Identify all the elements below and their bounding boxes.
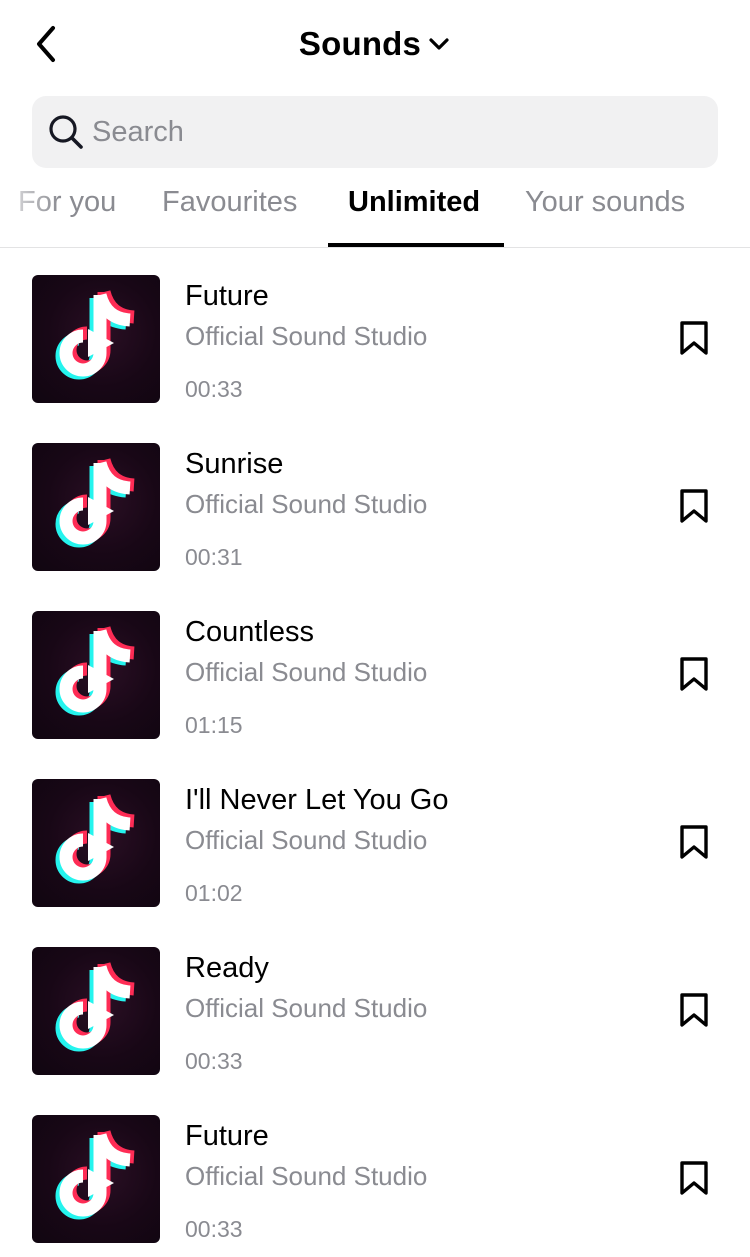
search-icon bbox=[46, 112, 86, 152]
sound-row[interactable]: Future Official Sound Studio 00:33 bbox=[0, 1108, 750, 1257]
bookmark-button[interactable] bbox=[674, 822, 714, 862]
sound-duration: 00:31 bbox=[185, 544, 243, 570]
bookmark-icon bbox=[680, 825, 708, 859]
sound-thumbnail bbox=[32, 779, 160, 907]
sound-title: Sunrise bbox=[185, 448, 284, 480]
bookmark-button[interactable] bbox=[674, 1158, 714, 1198]
tiktok-logo-icon bbox=[55, 1130, 135, 1220]
title-dropdown[interactable]: Sounds bbox=[0, 22, 750, 66]
sound-thumbnail bbox=[32, 611, 160, 739]
bookmark-icon bbox=[680, 993, 708, 1027]
bookmark-button[interactable] bbox=[674, 486, 714, 526]
bookmark-icon bbox=[680, 1161, 708, 1195]
sound-thumbnail bbox=[32, 443, 160, 571]
sound-row[interactable]: I'll Never Let You Go Official Sound Stu… bbox=[0, 772, 750, 940]
tiktok-logo-icon bbox=[55, 962, 135, 1052]
sound-thumbnail bbox=[32, 1115, 160, 1243]
tiktok-logo-icon bbox=[55, 626, 135, 716]
sound-artist: Official Sound Studio bbox=[185, 825, 428, 855]
tab-bar: For you Favourites Unlimited Your sounds bbox=[0, 168, 750, 248]
tab-for-you[interactable]: For you bbox=[18, 186, 116, 248]
bookmark-button[interactable] bbox=[674, 318, 714, 358]
chevron-down-icon bbox=[427, 32, 451, 56]
tab-favourites[interactable]: Favourites bbox=[162, 186, 297, 248]
bookmark-button[interactable] bbox=[674, 654, 714, 694]
bookmark-icon bbox=[680, 321, 708, 355]
sound-artist: Official Sound Studio bbox=[185, 657, 428, 687]
sound-row[interactable]: Countless Official Sound Studio 01:15 bbox=[0, 604, 750, 772]
sound-thumbnail bbox=[32, 275, 160, 403]
tiktok-logo-icon bbox=[55, 458, 135, 548]
tab-unlimited[interactable]: Unlimited bbox=[348, 186, 480, 248]
sound-list: Future Official Sound Studio 00:33 Sunri… bbox=[0, 268, 750, 1257]
search-input[interactable] bbox=[92, 115, 672, 149]
tab-your-sounds[interactable]: Your sounds bbox=[525, 186, 685, 248]
sound-artist: Official Sound Studio bbox=[185, 1161, 428, 1191]
sound-artist: Official Sound Studio bbox=[185, 321, 428, 351]
bookmark-icon bbox=[680, 489, 708, 523]
sound-title: Future bbox=[185, 1120, 269, 1152]
search-bar[interactable] bbox=[32, 96, 718, 168]
sound-title: Future bbox=[185, 280, 269, 312]
sounds-screen: Sounds For you Favourites Unlimited Your… bbox=[0, 0, 750, 1257]
sound-thumbnail bbox=[32, 947, 160, 1075]
sound-duration: 01:15 bbox=[185, 712, 243, 738]
sound-title: I'll Never Let You Go bbox=[185, 784, 449, 816]
sound-row[interactable]: Sunrise Official Sound Studio 00:31 bbox=[0, 436, 750, 604]
sound-row[interactable]: Future Official Sound Studio 00:33 bbox=[0, 268, 750, 436]
sound-row[interactable]: Ready Official Sound Studio 00:33 bbox=[0, 940, 750, 1108]
sound-title: Ready bbox=[185, 952, 269, 984]
sound-duration: 01:02 bbox=[185, 880, 243, 906]
sound-title: Countless bbox=[185, 616, 314, 648]
tiktok-logo-icon bbox=[55, 794, 135, 884]
page-title: Sounds bbox=[298, 25, 422, 62]
sound-duration: 00:33 bbox=[185, 376, 243, 402]
header: Sounds bbox=[0, 0, 750, 88]
tiktok-logo-icon bbox=[55, 290, 135, 380]
sound-artist: Official Sound Studio bbox=[185, 489, 428, 519]
sound-artist: Official Sound Studio bbox=[185, 993, 428, 1023]
sound-duration: 00:33 bbox=[185, 1048, 243, 1074]
active-tab-indicator bbox=[328, 243, 504, 247]
bookmark-icon bbox=[680, 657, 708, 691]
bookmark-button[interactable] bbox=[674, 990, 714, 1030]
sound-duration: 00:33 bbox=[185, 1216, 243, 1242]
